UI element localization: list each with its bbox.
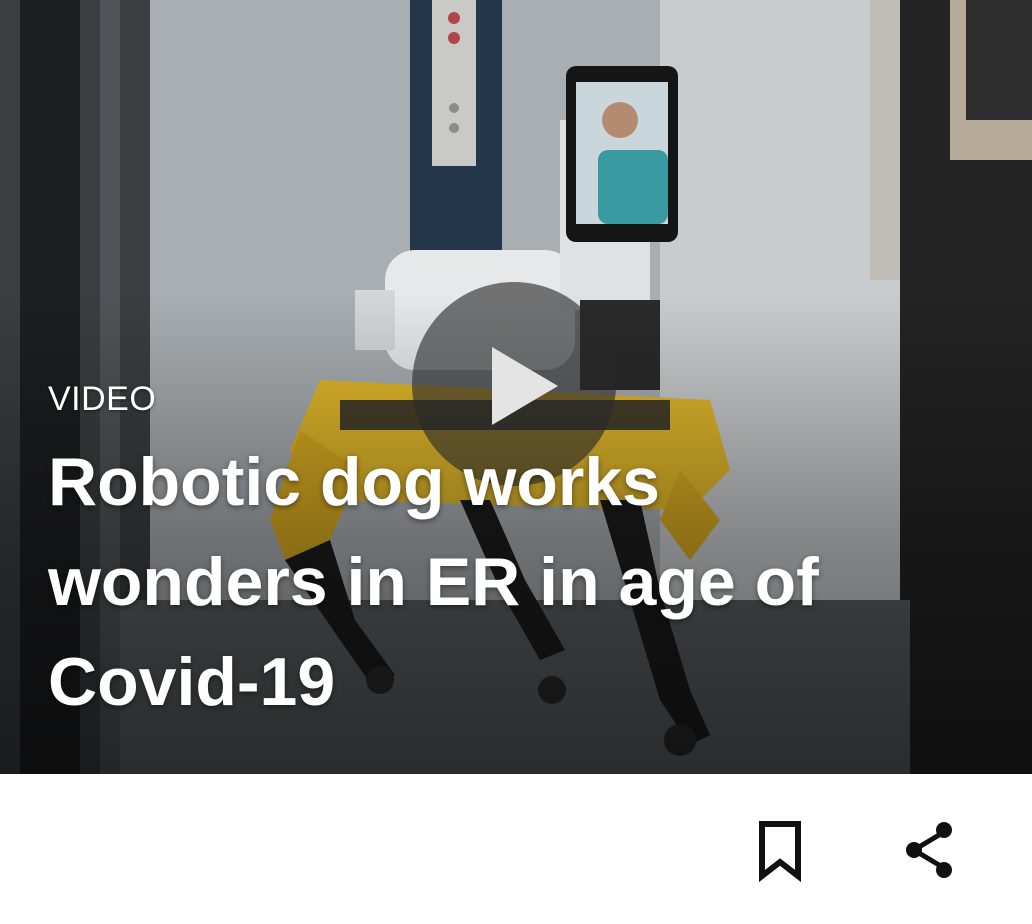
share-icon [906, 822, 952, 878]
video-thumbnail[interactable]: VIDEO Robotic dog works wonders in ER in… [0, 0, 1032, 774]
video-headline[interactable]: Robotic dog works wonders in ER in age o… [48, 432, 948, 732]
video-card[interactable]: VIDEO Robotic dog works wonders in ER in… [0, 0, 1032, 924]
content-type-label: VIDEO [48, 380, 157, 418]
bookmark-button[interactable] [740, 810, 820, 890]
card-actions [0, 774, 1032, 924]
share-button[interactable] [890, 810, 970, 890]
bookmark-icon [759, 821, 801, 883]
play-icon [492, 347, 558, 425]
